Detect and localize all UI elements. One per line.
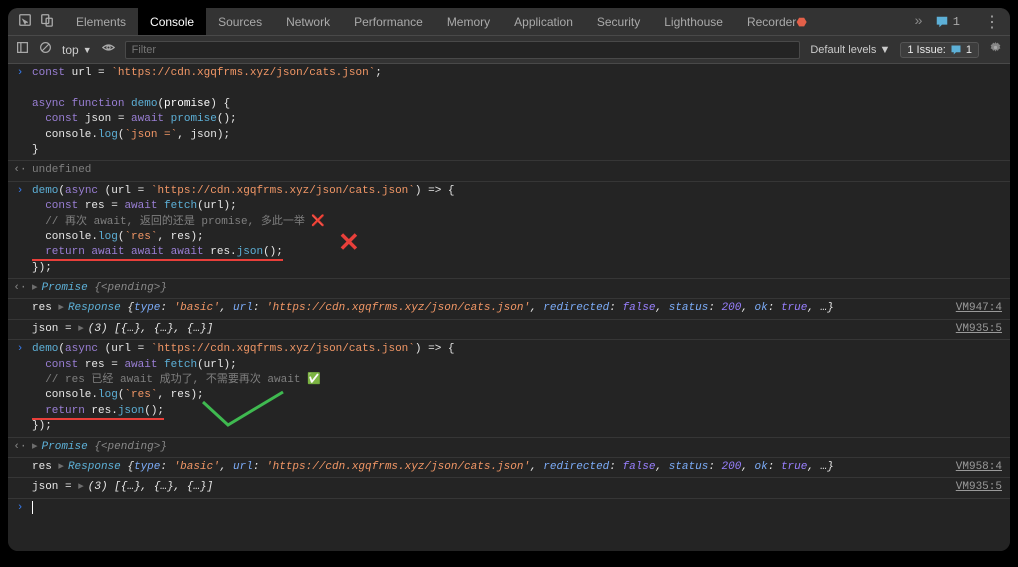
filter-input[interactable] — [125, 41, 801, 59]
expand-icon[interactable]: ▸ — [78, 323, 84, 335]
sidebar-toggle-icon[interactable] — [16, 41, 29, 58]
input-marker-icon: › — [17, 502, 24, 514]
tab-bar: Elements Console Sources Network Perform… — [8, 8, 1010, 36]
console-log-row: res ▸Response {type: 'basic', url: 'http… — [8, 299, 1010, 319]
tab-performance[interactable]: Performance — [342, 8, 435, 35]
tab-memory[interactable]: Memory — [435, 8, 502, 35]
more-tabs-icon[interactable]: » — [914, 14, 922, 30]
tab-network[interactable]: Network — [274, 8, 342, 35]
console-log-row: json = ▸(3) [{…}, {…}, {…}] VM935:5 — [8, 320, 1010, 340]
source-link[interactable]: VM935:5 — [956, 480, 1002, 495]
input-marker-icon: › — [17, 185, 24, 197]
output-marker-icon: ‹· — [13, 441, 26, 453]
output-marker-icon: ‹· — [13, 164, 26, 176]
red-x-annotation: ✕ — [338, 226, 360, 262]
console-result-row: ‹· ▸Promise {<pending>} — [8, 438, 1010, 458]
context-selector[interactable]: top ▼ — [62, 43, 92, 57]
console-input-row: › demo(async (url = `https://cdn.xgqfrms… — [8, 340, 1010, 437]
input-marker-icon: › — [17, 343, 24, 355]
console-log-row: json = ▸(3) [{…}, {…}, {…}] VM935:5 — [8, 478, 1010, 498]
tab-sources[interactable]: Sources — [206, 8, 274, 35]
console-result-row: ‹· undefined — [8, 161, 1010, 181]
tab-elements[interactable]: Elements — [64, 8, 138, 35]
console-input-row: › demo(async (url = `https://cdn.xgqfrms… — [8, 182, 1010, 279]
settings-icon-small[interactable] — [989, 41, 1002, 58]
source-link[interactable]: VM958:4 — [956, 460, 1002, 475]
source-link[interactable]: VM947:4 — [956, 301, 1002, 316]
issues-button[interactable]: 1 Issue: 1 — [900, 42, 979, 58]
expand-icon[interactable]: ▸ — [58, 461, 64, 473]
expand-icon[interactable]: ▸ — [58, 302, 64, 314]
console-output[interactable]: › const url = `https://cdn.xgqfrms.xyz/j… — [8, 64, 1010, 551]
expand-icon[interactable]: ▸ — [32, 282, 38, 294]
inspect-icon[interactable] — [18, 13, 32, 31]
green-check-annotation — [198, 390, 288, 436]
tab-security[interactable]: Security — [585, 8, 652, 35]
tab-lighthouse[interactable]: Lighthouse — [652, 8, 735, 35]
console-log-row: res ▸Response {type: 'basic', url: 'http… — [8, 458, 1010, 478]
cursor — [32, 501, 33, 514]
output-marker-icon: ‹· — [13, 282, 26, 294]
eye-icon[interactable] — [102, 41, 115, 58]
console-result-row: ‹· ▸Promise {<pending>} — [8, 279, 1010, 299]
expand-icon[interactable]: ▸ — [32, 441, 38, 453]
console-prompt-row[interactable]: › — [8, 499, 1010, 519]
tab-console[interactable]: Console — [138, 8, 206, 35]
input-marker-icon: › — [17, 67, 24, 79]
console-toolbar: top ▼ Default levels ▼ 1 Issue: 1 — [8, 36, 1010, 64]
kebab-icon[interactable]: ⋮ — [984, 12, 1000, 32]
issues-badge[interactable]: 1 — [935, 15, 960, 29]
source-link[interactable]: VM935:5 — [956, 322, 1002, 337]
devtools-frame: Elements Console Sources Network Perform… — [8, 8, 1010, 551]
device-icon[interactable] — [40, 13, 54, 31]
clear-console-icon[interactable] — [39, 41, 52, 58]
tab-application[interactable]: Application — [502, 8, 585, 35]
expand-icon[interactable]: ▸ — [78, 481, 84, 493]
console-input-row: › const url = `https://cdn.xgqfrms.xyz/j… — [8, 64, 1010, 161]
tab-recorder[interactable]: Recorder ⬣ — [735, 8, 819, 35]
log-levels[interactable]: Default levels ▼ — [810, 44, 890, 56]
